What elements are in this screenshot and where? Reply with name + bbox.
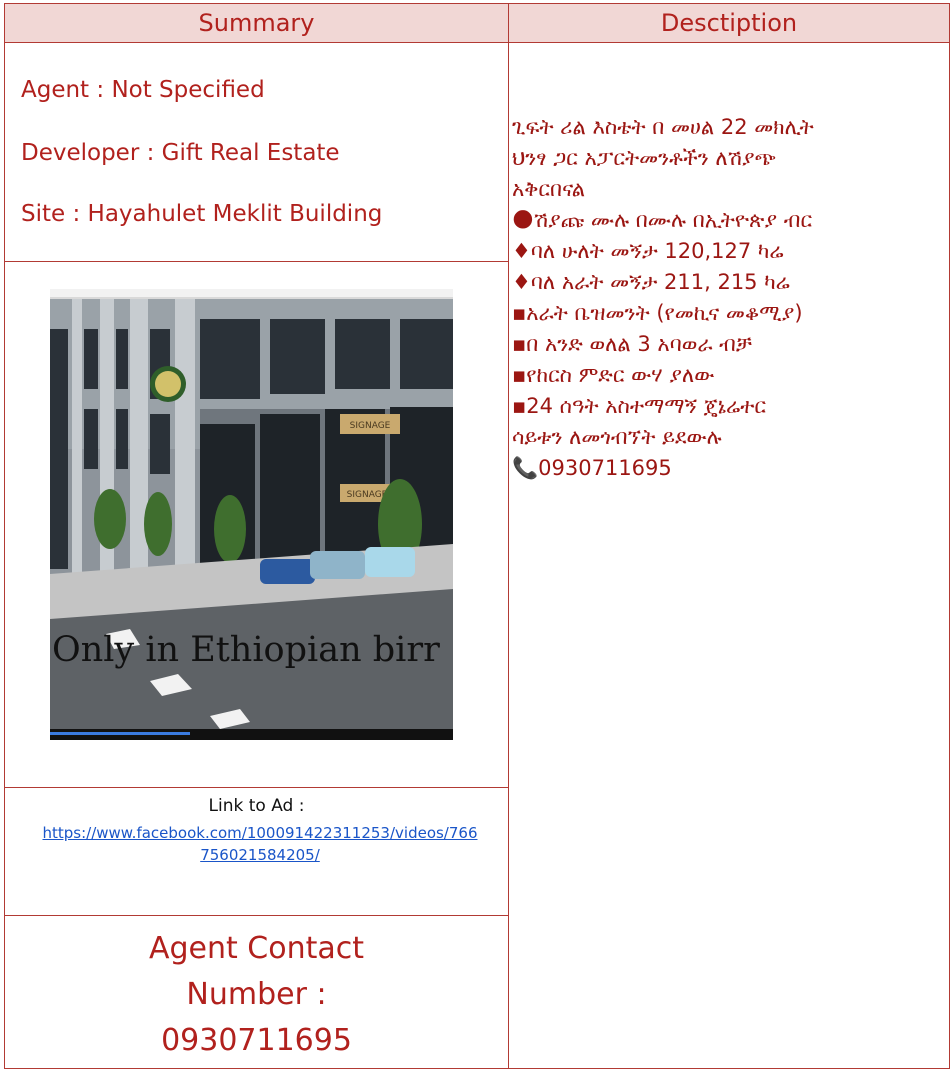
description-line: ▪︎በ አንድ ወለል 3 አባወራ ብቻ [512, 332, 752, 356]
description-line: አቅርበናል [512, 177, 586, 201]
signage-text: SIGNAGE [350, 421, 391, 431]
row-divider [4, 261, 509, 262]
ad-link[interactable]: https://www.facebook.com/100091422311253… [40, 822, 480, 866]
row-divider [4, 915, 509, 916]
description-line: ▪︎የከርስ ምድር ውሃ ያለው [512, 363, 715, 387]
summary-header: Summary [4, 3, 509, 43]
description-line: ጊፍት ሪል እስቴት በ መሀል 22 መክሊት [512, 115, 814, 139]
ad-video-thumbnail[interactable]: SIGNAGE SIGNAGE Only in Ethiopian birr [50, 289, 453, 740]
site-text: Site : Hayahulet Meklit Building [21, 201, 383, 227]
agent-contact: Agent Contact Number : 0930711695 [4, 926, 509, 1064]
description-line: ♦ባለ አራት መኝታ 211, 215 ካሬ [512, 270, 790, 294]
description-line: ▪︎24 ሰዓት አስተማማኝ ጄኔሬተር [512, 394, 767, 418]
signage-text: SIGNAGE [347, 490, 388, 500]
description-line: 🌑ሽያጩ ሙሉ በሙሉ በኢትዮጵያ ብር [512, 208, 813, 232]
image-overlay-text: Only in Ethiopian birr [52, 630, 440, 670]
description-line: ▪︎አራት ቤዝመንት (የመኪና መቆሚያ) [512, 301, 803, 325]
contact-line: Agent Contact [148, 931, 365, 966]
description-text: ጊፍት ሪል እስቴት በ መሀል 22 መክሊት ህንፃ ጋር አፓርትመንቶ… [512, 112, 942, 484]
agent-text: Agent : Not Specified [21, 77, 265, 103]
description-line: ሳይቱን ለመጎብኘት ይደውሉ [512, 425, 722, 449]
description-line: 📞0930711695 [512, 456, 672, 480]
row-divider [4, 787, 509, 788]
description-line: ♦ባለ ሁለት መኝታ 120,127 ካሬ [512, 239, 784, 263]
description-header: Desctiption [508, 3, 950, 43]
listing-table: Summary Desctiption Agent : Not Specifie… [0, 0, 951, 1069]
link-label: Link to Ad : [208, 796, 305, 816]
description-line: ህንፃ ጋር አፓርትመንቶችን ለሽያጭ [512, 146, 776, 170]
contact-line: Number : [186, 977, 327, 1012]
contact-phone: 0930711695 [161, 1023, 352, 1058]
developer-text: Developer : Gift Real Estate [21, 140, 340, 166]
